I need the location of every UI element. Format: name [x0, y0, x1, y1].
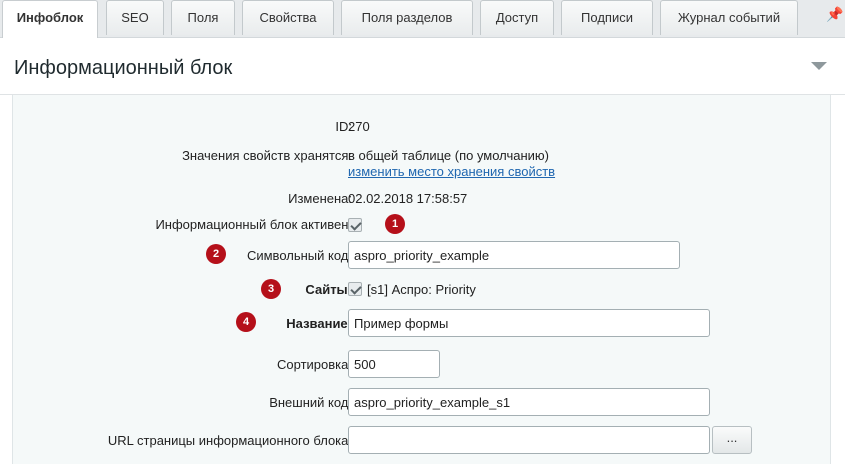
triangle-down-icon[interactable]: [811, 62, 827, 70]
sort-label: Сортировка:: [277, 357, 352, 372]
tab-fields[interactable]: Поля: [171, 0, 235, 35]
sort-input[interactable]: [348, 350, 440, 378]
active-checkbox[interactable]: [348, 218, 362, 232]
site-s1-checkbox[interactable]: [348, 282, 362, 296]
callout-badge-2: 2: [206, 244, 226, 264]
tab-bar: Инфоблок SEO Поля Свойства Поля разделов…: [0, 0, 845, 38]
sites-label: Сайты:: [305, 282, 352, 297]
code-label: Символьный код:: [246, 248, 352, 263]
callout-badge-4: 4: [236, 312, 256, 332]
pin-icon[interactable]: 📌: [826, 6, 843, 23]
external-code-label: Внешний код:: [269, 395, 352, 410]
tab-seo[interactable]: SEO: [106, 0, 164, 35]
url-input[interactable]: [348, 426, 710, 454]
modified-label: Изменена:: [288, 191, 352, 206]
name-input[interactable]: [348, 309, 710, 337]
browse-button[interactable]: ...: [712, 426, 752, 454]
change-storage-link[interactable]: изменить место хранения свойств: [348, 164, 555, 179]
tab-infoblock[interactable]: Инфоблок: [2, 0, 98, 38]
code-input[interactable]: [348, 241, 680, 269]
tab-section-fields[interactable]: Поля разделов: [341, 0, 473, 35]
tab-access[interactable]: Доступ: [480, 0, 554, 35]
id-value: 270: [348, 119, 370, 134]
tab-captions[interactable]: Подписи: [561, 0, 653, 35]
site-s1-label: [s1] Аспро: Priority: [367, 282, 476, 297]
name-label: Название:: [286, 316, 352, 331]
url-label: URL страницы информационного блока:: [107, 433, 352, 448]
tab-properties[interactable]: Свойства: [242, 0, 334, 35]
modified-value: 02.02.2018 17:58:57: [348, 191, 468, 206]
storage-value: в общей таблице (по умолчанию): [348, 148, 550, 163]
callout-badge-3: 3: [261, 279, 281, 299]
tab-event-log[interactable]: Журнал событий: [660, 0, 798, 35]
storage-label: Значения свойств хранятся:: [182, 148, 352, 163]
active-label: Информационный блок активен:: [155, 217, 352, 232]
form-area: ID: 270 Значения свойств хранятся: в общ…: [12, 95, 831, 464]
infoblock-panel: Информационный блок ID: 270 Значения сво…: [0, 37, 845, 464]
callout-badge-1: 1: [385, 214, 405, 234]
external-code-input[interactable]: [348, 388, 710, 416]
panel-title: Информационный блок: [14, 57, 233, 79]
